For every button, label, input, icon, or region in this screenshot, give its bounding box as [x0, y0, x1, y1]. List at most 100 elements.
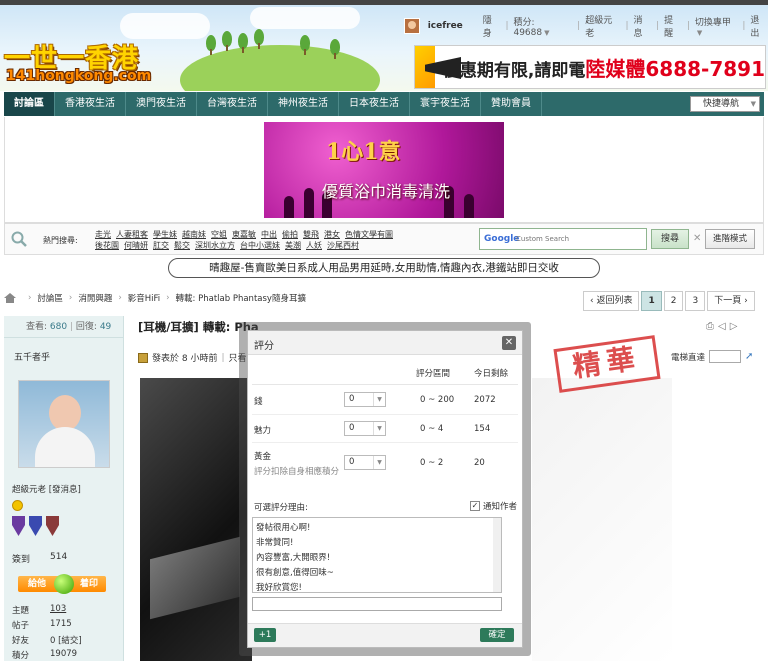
add-friend-button[interactable]: 給他 着印 — [18, 574, 106, 594]
avatar[interactable] — [18, 380, 110, 468]
nav-item-macau[interactable]: 澳門夜生活 — [126, 92, 197, 116]
tree-decoration — [206, 35, 216, 55]
hotword-link[interactable]: 東嘉敏 — [232, 229, 256, 240]
reason-option[interactable]: 非常贊同! — [256, 536, 498, 551]
hotword-link[interactable]: 越南妹 — [182, 229, 206, 240]
close-icon[interactable]: ✕ — [502, 336, 516, 350]
hotword-link[interactable]: 後花園 — [95, 240, 119, 251]
points-menu[interactable]: 積分: 49688 ▼ — [513, 15, 572, 38]
hotword-link[interactable]: 學生妹 — [153, 229, 177, 240]
tree-decoration — [222, 31, 232, 51]
hotword-link[interactable]: 台中小選妹 — [240, 240, 280, 251]
site-header: 一世一香港 141hongkong.com icefree 隱身 | 積分: 4… — [0, 5, 768, 91]
breadcrumb-item[interactable]: 討論區 — [37, 292, 63, 304]
author-name[interactable]: 五千者乎 — [4, 338, 123, 363]
reason-list[interactable]: 發帖很用心啊! 非常贊同! 內容豐富,大開眼界! 很有創意,值得回味~ 我好欣賞… — [252, 517, 502, 593]
close-icon[interactable]: ✕ — [693, 233, 701, 244]
promo-banner[interactable]: 1心1意 優質浴巾消毒清洗 — [264, 122, 504, 218]
search-bar: 熱門搜尋: 走光 人妻租客 學生妹 越南妹 空姐 東嘉敏 中出 偷拍 雙飛 港女 色情文學有圖 後花… — [4, 223, 764, 255]
next-page-button[interactable]: 下一頁 › — [707, 291, 755, 311]
breadcrumb-item[interactable]: 影音HiFi — [128, 292, 160, 304]
user-group-link[interactable]: 超級元老 — [585, 13, 620, 39]
username-link[interactable]: icefree — [428, 21, 463, 31]
hotword-link[interactable]: 肛交 — [153, 240, 169, 251]
dialog-title: 評分 — [254, 341, 274, 352]
advanced-search-button[interactable]: 進階模式 — [705, 229, 755, 249]
hotword-link[interactable]: 美潮 — [285, 240, 301, 251]
messages-link[interactable]: 消息 — [633, 13, 651, 39]
hotword-link[interactable]: 走光 — [95, 229, 111, 240]
elevator: 電梯直達 ➚ — [671, 350, 754, 363]
nav-item-hk[interactable]: 香港夜生活 — [55, 92, 126, 116]
hotword-link[interactable]: 人妻租客 — [116, 229, 148, 240]
hotword-link[interactable]: 沙尾西村 — [327, 240, 359, 251]
notify-author-checkbox[interactable]: ✓ 通知作者 — [470, 500, 517, 512]
nav-item-forum[interactable]: 討論區 — [4, 92, 55, 116]
plus-one-button[interactable]: +1 — [254, 628, 276, 642]
medal-icon — [12, 516, 25, 536]
hotword-link[interactable]: 偷拍 — [282, 229, 298, 240]
chevron-down-icon: ▼ — [696, 28, 703, 37]
post-time: 發表於 8 小時前 — [152, 354, 218, 364]
profile-row: 主題 103 — [12, 604, 67, 616]
reminders-link[interactable]: 提醒 — [664, 13, 682, 39]
hotword-link[interactable]: 深圳水立方 — [195, 240, 235, 251]
nav-item-taiwan[interactable]: 台灣夜生活 — [197, 92, 268, 116]
site-logo-url[interactable]: 141hongkong.com — [6, 68, 151, 84]
megaphone-icon — [415, 46, 435, 88]
page-link[interactable]: 2 — [663, 291, 684, 311]
announcement-bar[interactable]: 晴趣屋-售賣歐美日系成人用品男用延時,女用助情,情趣內衣,港鐵站即日交收 — [168, 258, 600, 278]
reason-option[interactable]: 很有創意,值得回味~ — [256, 566, 498, 581]
top-banner-ad[interactable]: 優惠期有限,請即電陸媒體6888-7891 — [414, 45, 766, 89]
rating-dialog: 評分 ✕ 評分區間 今日剩餘 錢 0 ▼ 0 ~ 200 2072 魅力 0 ▼ 0… — [247, 330, 523, 648]
post-image[interactable] — [532, 378, 672, 661]
switch-style-menu[interactable]: 切換專甲▼ — [695, 15, 737, 38]
hotword-link[interactable]: 人妖 — [306, 240, 322, 251]
prev-thread-icon[interactable]: ◁ — [718, 321, 726, 332]
post-image[interactable] — [140, 378, 252, 661]
reason-option[interactable]: 發帖很用心啊! — [256, 521, 498, 536]
nav-item-japan[interactable]: 日本夜生活 — [339, 92, 410, 116]
rating-select[interactable]: 0 ▼ — [344, 392, 386, 407]
rating-table: 評分區間 今日剩餘 錢 0 ▼ 0 ~ 200 2072 魅力 0 ▼ 0 ~ 4 … — [252, 357, 518, 477]
nav-item-world[interactable]: 寰宇夜生活 — [410, 92, 481, 116]
quick-nav-dropdown[interactable]: 快捷導航 ▼ — [690, 96, 760, 112]
user-bar: icefree 隱身 | 積分: 49688 ▼ | 超級元老 | 消息 | 提醒… — [404, 15, 768, 39]
go-arrow-icon[interactable]: ➚ — [745, 351, 753, 362]
logout-link[interactable]: 退出 — [750, 13, 768, 39]
tree-decoration — [330, 39, 340, 59]
reason-input[interactable] — [252, 597, 502, 611]
confirm-button[interactable]: 確定 — [480, 628, 514, 642]
rating-select[interactable]: 0 ▼ — [344, 455, 386, 470]
search-input[interactable] — [516, 231, 642, 247]
home-icon[interactable] — [4, 293, 16, 303]
reason-option[interactable]: 我好欣賞您! — [256, 581, 498, 592]
print-icon[interactable]: ⎙ — [706, 321, 714, 332]
rating-select[interactable]: 0 ▼ — [344, 421, 386, 436]
hotword-link[interactable]: 港女 — [324, 229, 340, 240]
floor-input[interactable] — [709, 350, 742, 363]
medal-icon — [46, 516, 59, 536]
google-logo: Google — [484, 234, 520, 244]
nav-item-sponsor[interactable]: 贊助會員 — [481, 92, 542, 116]
reason-label: 可選評分理由: — [254, 503, 308, 513]
next-thread-icon[interactable]: ▷ — [730, 321, 738, 332]
breadcrumb-item[interactable]: 消閒興趣 — [78, 292, 112, 304]
hotword-link[interactable]: 鬆交 — [174, 240, 190, 251]
stealth-toggle[interactable]: 隱身 — [483, 13, 501, 39]
hotword-link[interactable]: 空姐 — [211, 229, 227, 240]
search-icon — [11, 231, 27, 247]
back-to-list-button[interactable]: ‹ 返回列表 — [583, 291, 640, 311]
page-link[interactable]: 3 — [685, 291, 706, 311]
hotword-link[interactable]: 色情文學有圖 — [345, 229, 393, 240]
scrollbar[interactable] — [493, 518, 501, 592]
nav-item-china[interactable]: 神州夜生活 — [268, 92, 339, 116]
search-button[interactable]: 搜尋 — [651, 229, 689, 249]
user-avatar[interactable] — [404, 18, 420, 34]
page-link[interactable]: 1 — [641, 291, 662, 311]
author-rank[interactable]: 超級元老 [發消息] — [12, 483, 81, 495]
hotword-link[interactable]: 中出 — [261, 229, 277, 240]
reason-option[interactable]: 內容豐富,大開眼界! — [256, 551, 498, 566]
hotword-link[interactable]: 雙飛 — [303, 229, 319, 240]
hotword-link[interactable]: 何晴妍 — [124, 240, 148, 251]
